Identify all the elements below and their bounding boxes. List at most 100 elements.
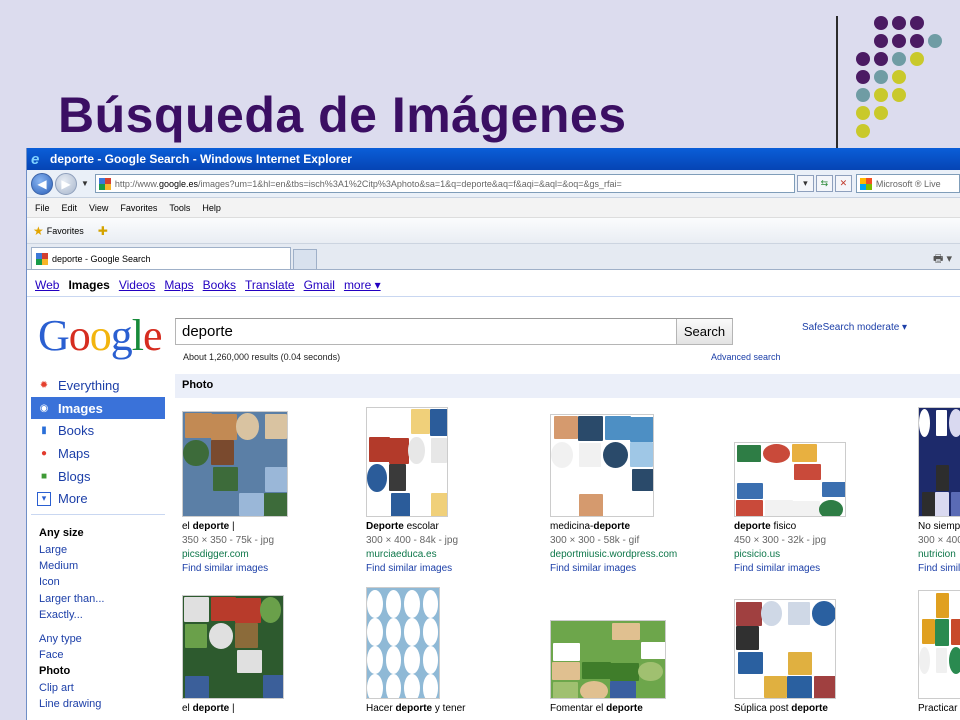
menu-tools[interactable]: Tools — [169, 203, 190, 213]
result-caption[interactable]: Deporte escolar — [366, 520, 546, 534]
favorites-star-icon[interactable]: ★ — [33, 224, 44, 238]
sidebar-item-blogs[interactable]: ■ Blogs — [31, 465, 165, 488]
nav-books[interactable]: Books — [203, 278, 236, 292]
find-similar-link[interactable]: Find similar images — [918, 562, 960, 576]
result-thumbnail[interactable] — [550, 414, 654, 517]
favorites-bar: ★ Favorites ✚ — [27, 218, 960, 244]
result-caption[interactable]: Practicar — [918, 702, 960, 716]
thumbnail-fragment — [951, 491, 960, 516]
result-caption[interactable]: el deporte | — [182, 520, 362, 534]
menu-edit[interactable]: Edit — [62, 203, 78, 213]
thumbnail-fragment — [922, 491, 935, 516]
decorative-dot — [892, 88, 906, 102]
find-similar-link[interactable]: Find similar images — [550, 562, 730, 576]
thumbnail-fragment — [239, 492, 264, 516]
result-thumbnail[interactable] — [182, 411, 288, 517]
result-thumbnail[interactable] — [182, 595, 284, 699]
size-filter-largerthan[interactable]: Larger than... — [31, 591, 165, 607]
result-caption[interactable]: el deporte | — [182, 702, 362, 716]
sidebar-item-everything[interactable]: ✹ Everything — [31, 374, 165, 397]
sidebar-item-books[interactable]: ▮ Books — [31, 419, 165, 442]
result-thumbnail[interactable] — [366, 587, 440, 699]
find-similar-link[interactable]: Find similar images — [734, 562, 914, 576]
result-caption[interactable]: Súplica post deporte — [734, 702, 914, 716]
result-caption[interactable]: Fomentar el deporte — [550, 702, 730, 716]
size-filter-exactly[interactable]: Exactly... — [31, 607, 165, 623]
result-thumbnail[interactable] — [366, 407, 448, 517]
thumbnail-fragment — [185, 413, 212, 438]
sidebar-item-images[interactable]: ◉ Images — [31, 396, 165, 420]
thumbnail-fragment — [579, 442, 601, 467]
find-similar-link[interactable]: Find similar images — [182, 562, 362, 576]
type-filter-clipart[interactable]: Clip art — [31, 680, 165, 696]
window-titlebar[interactable]: e deporte - Google Search - Windows Inte… — [27, 148, 960, 170]
result-thumbnail[interactable] — [918, 590, 960, 699]
type-filter-linedrawing[interactable]: Line drawing — [31, 696, 165, 712]
search-button[interactable]: Search — [676, 319, 732, 344]
caption-keyword: deporte — [734, 521, 771, 532]
result-thumbnail[interactable] — [734, 599, 836, 699]
print-icon[interactable]: 🖶 ▾ — [933, 250, 952, 269]
thumbnail-fragment — [185, 676, 209, 698]
address-dropdown-button[interactable]: ▾ — [796, 175, 814, 192]
thumbnail-fragment — [788, 602, 810, 625]
result-caption[interactable]: No siemp — [918, 520, 960, 534]
result-caption[interactable]: deporte fisico — [734, 520, 914, 534]
favorites-button[interactable]: Favorites — [47, 226, 84, 236]
result-item: Deporte escolar 300 × 400 - 84k - jpg murc… — [366, 520, 546, 576]
history-dropdown-icon[interactable]: ▼ — [81, 179, 89, 188]
google-logo[interactable]: Google — [38, 310, 163, 361]
type-filter-face[interactable]: Face — [31, 647, 165, 663]
tab-row: deporte - Google Search 🖶 ▾ — [27, 244, 960, 270]
result-site[interactable]: murciaeduca.es — [366, 548, 546, 562]
result-site[interactable]: nutricion — [918, 548, 960, 562]
tab-deporte[interactable]: deporte - Google Search — [31, 247, 291, 269]
sidebar-item-maps[interactable]: ● Maps — [31, 442, 165, 465]
nav-videos[interactable]: Videos — [119, 278, 155, 292]
advanced-search-link[interactable]: Advanced search — [711, 352, 781, 362]
decorative-dot — [910, 16, 924, 30]
type-filter-anytype[interactable]: Any type — [31, 631, 165, 647]
menu-view[interactable]: View — [89, 203, 108, 213]
new-tab-button[interactable] — [293, 249, 317, 269]
menu-help[interactable]: Help — [202, 203, 221, 213]
thumbnail-fragment — [388, 464, 406, 491]
forward-button[interactable]: ▶ — [55, 172, 77, 195]
thumbnail-fragment — [612, 623, 640, 640]
thumbnail-fragment — [922, 619, 935, 644]
result-thumbnail[interactable] — [550, 620, 666, 699]
decorative-dot — [928, 34, 942, 48]
find-similar-link[interactable]: Find similar images — [366, 562, 546, 576]
menu-favorites[interactable]: Favorites — [120, 203, 157, 213]
nav-gmail[interactable]: Gmail — [304, 278, 335, 292]
nav-maps[interactable]: Maps — [164, 278, 193, 292]
size-filter-large[interactable]: Large — [31, 542, 165, 558]
result-thumbnail[interactable] — [918, 407, 960, 517]
stop-button[interactable]: ✕ — [834, 175, 852, 192]
result-caption[interactable]: medicina-deporte — [550, 520, 730, 534]
result-thumbnail[interactable] — [734, 442, 846, 517]
thumbnail-fragment — [404, 618, 420, 646]
address-bar[interactable]: http://www. google.es/images?um=1&hl=en&t… — [94, 174, 795, 193]
add-to-favorites-icon[interactable]: ✚ — [98, 224, 108, 238]
decorative-dot — [892, 70, 906, 84]
search-input[interactable]: deporte — [176, 319, 676, 344]
size-filter-icon[interactable]: Icon — [31, 574, 165, 590]
nav-translate[interactable]: Translate — [245, 278, 295, 292]
safesearch-dropdown[interactable]: SafeSearch moderate ▾ — [802, 322, 907, 333]
result-caption[interactable]: Hacer deporte y tener — [366, 702, 546, 716]
nav-more[interactable]: more ▾ — [344, 278, 381, 292]
section-header: Photo — [175, 374, 960, 398]
thumbnail-fragment — [738, 652, 763, 674]
result-site[interactable]: picsicio.us — [734, 548, 914, 562]
nav-web[interactable]: Web — [35, 278, 59, 292]
search-provider-box[interactable]: Microsoft ® Live — [855, 174, 960, 193]
caption-text: fisico — [770, 521, 797, 532]
refresh-button[interactable]: ⇆ — [815, 175, 833, 192]
back-button[interactable]: ◀ — [31, 172, 53, 195]
menu-file[interactable]: File — [35, 203, 50, 213]
result-site[interactable]: picsdigger.com — [182, 548, 362, 562]
size-filter-medium[interactable]: Medium — [31, 558, 165, 574]
result-site[interactable]: deportmiusic.wordpress.com — [550, 548, 730, 562]
sidebar-item-more[interactable]: ▾ More — [31, 487, 165, 510]
